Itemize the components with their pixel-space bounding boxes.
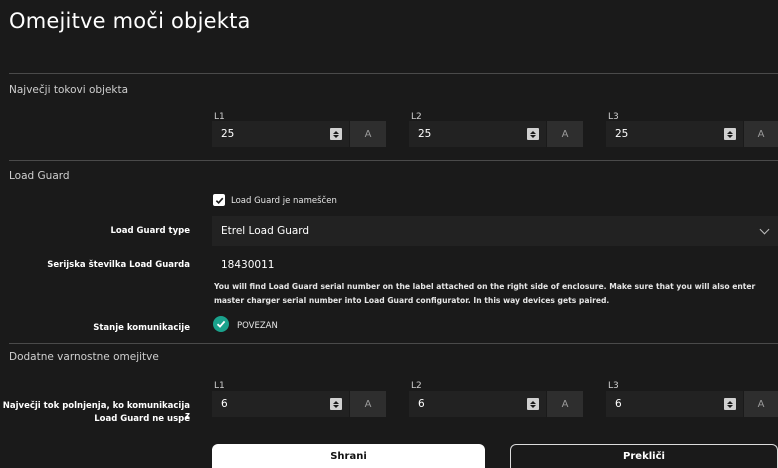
l3-current-input[interactable]: 25 bbox=[606, 121, 743, 147]
safety-l1-label: L1 bbox=[214, 381, 225, 391]
divider bbox=[9, 343, 778, 344]
cancel-button[interactable]: Prekliči bbox=[510, 444, 778, 468]
safety-l1-unit: A bbox=[350, 391, 386, 417]
page-title: Omejitve moči objekta bbox=[9, 9, 251, 33]
load-guard-type-label: Load Guard type bbox=[110, 226, 191, 236]
chevron-down-icon bbox=[759, 224, 770, 235]
checkmark-icon bbox=[215, 197, 223, 204]
safety-l2-stepper-icon[interactable] bbox=[527, 398, 539, 410]
fallback-current-label-line2: Load Guard ne uspe bbox=[94, 414, 190, 424]
check-circle-icon bbox=[213, 316, 229, 332]
load-guard-installed-checkbox[interactable] bbox=[213, 194, 225, 206]
safety-l3-input[interactable]: 6 bbox=[606, 391, 743, 417]
safety-l2-unit: A bbox=[547, 391, 583, 417]
communication-status-label: Stanje komunikacije bbox=[93, 323, 190, 333]
load-guard-type-select[interactable]: Etrel Load Guard bbox=[212, 216, 778, 246]
section-safety-title: Dodatne varnostne omejitve bbox=[9, 351, 159, 363]
l1-current-input[interactable]: 25 bbox=[212, 121, 349, 147]
divider bbox=[9, 73, 778, 74]
save-button[interactable]: Shrani bbox=[212, 444, 485, 468]
safety-l3-unit: A bbox=[744, 391, 778, 417]
load-guard-installed-label: Load Guard je nameščen bbox=[231, 196, 337, 206]
safety-l2-input[interactable]: 6 bbox=[409, 391, 546, 417]
section-load-guard-title: Load Guard bbox=[9, 170, 70, 182]
l1-stepper-icon[interactable] bbox=[330, 128, 342, 140]
safety-l1-input[interactable]: 6 bbox=[212, 391, 349, 417]
safety-l2-label: L2 bbox=[411, 381, 422, 391]
safety-l3-stepper-icon[interactable] bbox=[724, 398, 736, 410]
section-max-currents-title: Največji tokovi objekta bbox=[9, 84, 129, 96]
load-guard-type-value: Etrel Load Guard bbox=[221, 225, 310, 237]
divider bbox=[9, 160, 778, 161]
safety-l3-label: L3 bbox=[608, 381, 619, 391]
l3-stepper-icon[interactable] bbox=[724, 128, 736, 140]
serial-number-label: Serijska številka Load Guarda bbox=[47, 260, 190, 270]
communication-status-value: POVEZAN bbox=[237, 321, 278, 331]
serial-help-text: You will find Load Guard serial number o… bbox=[214, 282, 756, 305]
l2-unit: A bbox=[547, 121, 583, 147]
l3-unit: A bbox=[744, 121, 778, 147]
l2-stepper-icon[interactable] bbox=[527, 128, 539, 140]
serial-number-input[interactable]: 18430011 bbox=[212, 252, 778, 278]
l2-current-input[interactable]: 25 bbox=[409, 121, 546, 147]
l1-unit: A bbox=[350, 121, 386, 147]
safety-l1-stepper-icon[interactable] bbox=[330, 398, 342, 410]
